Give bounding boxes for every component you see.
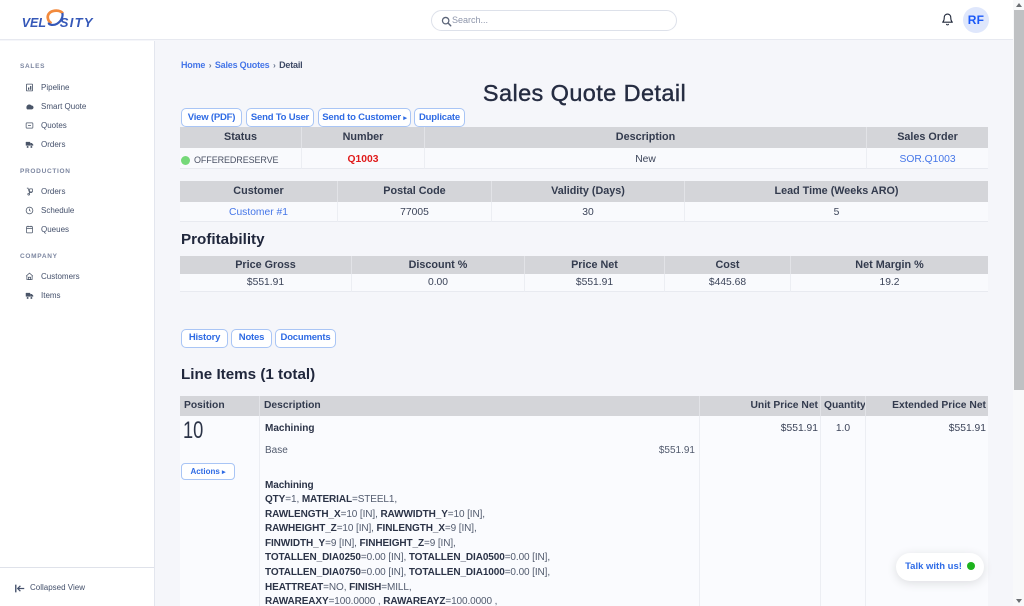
svg-text:VEL: VEL — [22, 16, 46, 30]
svg-text:SITY: SITY — [60, 15, 94, 30]
